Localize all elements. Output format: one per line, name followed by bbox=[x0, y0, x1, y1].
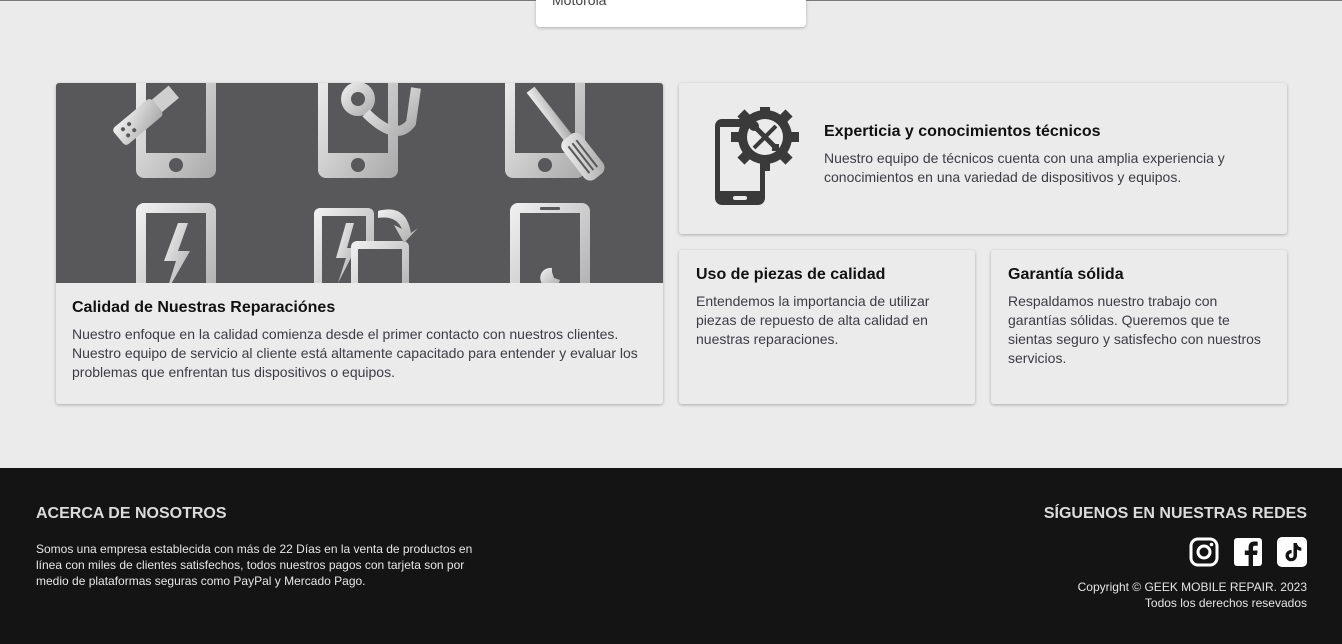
about-section: ACERCA DE NOSOTROS Somos una empresa est… bbox=[36, 505, 486, 589]
phone-repair-banner-image bbox=[56, 83, 663, 313]
quality-parts-text: Entendemos la importancia de utilizar pi… bbox=[696, 293, 930, 347]
quality-parts-card: Uso de piezas de calidad Entendemos la i… bbox=[679, 250, 975, 404]
quality-repairs-title: Calidad de Nuestras Reparaciónes bbox=[72, 299, 336, 316]
warranty-card: Garantía sólida Respaldamos nuestro trab… bbox=[991, 250, 1287, 404]
instagram-icon[interactable] bbox=[1189, 537, 1219, 567]
social-title: SÍGUENOS EN NUESTRAS REDES bbox=[1043, 505, 1307, 522]
social-section: SÍGUENOS EN NUESTRAS REDES Copyright © G… bbox=[1007, 505, 1307, 611]
about-title: ACERCA DE NOSOTROS bbox=[36, 505, 227, 522]
phone-gear-tools-icon bbox=[713, 103, 799, 207]
site-footer: ACERCA DE NOSOTROS Somos una empresa est… bbox=[0, 468, 1342, 644]
facebook-icon[interactable] bbox=[1233, 537, 1263, 567]
quality-parts-title: Uso de piezas de calidad bbox=[696, 266, 886, 283]
warranty-title: Garantía sólida bbox=[1008, 266, 1124, 283]
social-icons bbox=[1007, 537, 1307, 567]
expertise-text: Nuestro equipo de técnicos cuenta con un… bbox=[824, 150, 1225, 185]
brand-dropdown-menu[interactable]: Motorola bbox=[536, 0, 806, 27]
quality-repairs-card: Calidad de Nuestras Reparaciónes Nuestro… bbox=[56, 83, 663, 404]
quality-repairs-text: Nuestro enfoque en la calidad comienza d… bbox=[72, 326, 638, 380]
warranty-text: Respaldamos nuestro trabajo con garantía… bbox=[1008, 293, 1261, 366]
copyright-text: Copyright © GEEK MOBILE REPAIR. 2023 bbox=[1077, 580, 1307, 594]
expertise-card: Experticia y conocimientos técnicos Nues… bbox=[679, 83, 1287, 234]
rights-text: Todos los derechos resevados bbox=[1144, 596, 1307, 610]
tiktok-icon[interactable] bbox=[1277, 537, 1307, 567]
about-text: Somos una empresa establecida con más de… bbox=[36, 542, 473, 588]
dropdown-item-motorola[interactable]: Motorola bbox=[552, 0, 606, 8]
phone-repair-illustration bbox=[113, 83, 605, 313]
expertise-title: Experticia y conocimientos técnicos bbox=[824, 123, 1101, 140]
